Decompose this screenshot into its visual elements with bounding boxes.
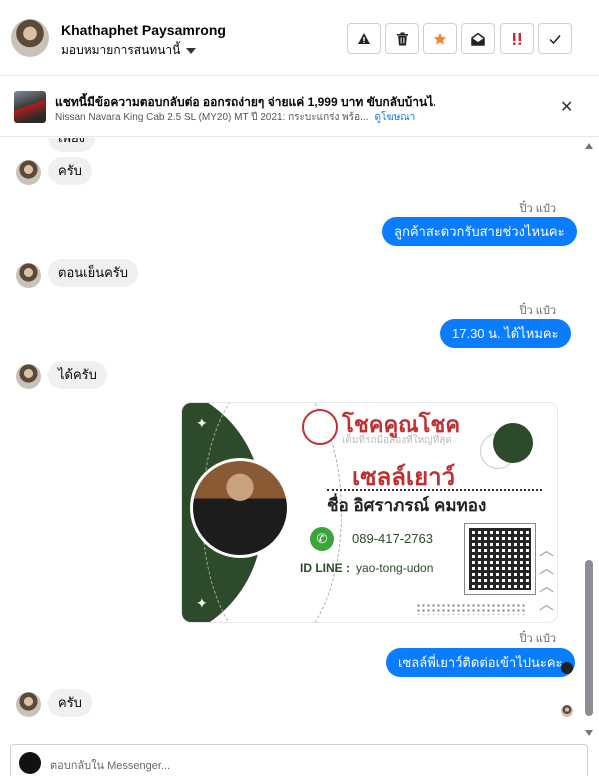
- card-phone-number: 089-417-2763: [352, 531, 433, 546]
- message-bubble-incoming: ครับ: [48, 689, 92, 717]
- double-exclamation-icon: [513, 32, 521, 45]
- read-receipt-avatar: [561, 705, 573, 717]
- star-icon: [433, 32, 447, 45]
- view-ad-link[interactable]: ดูโฆษณา: [374, 112, 415, 123]
- card-divider: [327, 489, 542, 491]
- card-dot-pattern: [416, 603, 526, 615]
- message-bubble-incoming: ครับ: [48, 157, 92, 185]
- seen-avatar: [561, 662, 573, 674]
- sender-name: ปิ๋ว แป๋ว: [519, 203, 556, 215]
- phone-icon: ✆: [310, 527, 334, 551]
- close-icon[interactable]: ✕: [560, 97, 573, 117]
- scroll-up-arrow-icon[interactable]: [585, 143, 593, 149]
- sender-name: ปิ๋ว แป๋ว: [519, 305, 556, 317]
- line-id-value: yao-tong-udon: [356, 561, 434, 575]
- chevron-up-icon: ︿: [539, 596, 555, 613]
- done-button[interactable]: [538, 23, 572, 54]
- reply-input[interactable]: [50, 758, 550, 774]
- assign-label: มอบหมายการสนทนานี้: [61, 43, 181, 57]
- conversation-header: Khathaphet Paysamrong มอบหมายการสนทนานี้: [0, 0, 599, 76]
- card-slogan: เต็มที่รถมือสองที่ใหญ่ที่สุด: [342, 435, 452, 446]
- sender-name: ปิ๋ว แป๋ว: [519, 633, 556, 645]
- scrollbar-thumb[interactable]: [585, 560, 593, 716]
- page-avatar: [19, 752, 41, 774]
- ad-vehicle-text: Nissan Navara King Cab 2.5 SL (MY20) MT …: [55, 112, 369, 123]
- ad-subtitle: Nissan Navara King Cab 2.5 SL (MY20) MT …: [55, 110, 415, 125]
- mark-unread-button[interactable]: [461, 23, 495, 54]
- important-button[interactable]: [500, 23, 534, 54]
- contact-avatar[interactable]: [11, 19, 49, 57]
- checkmark-icon: [549, 34, 561, 44]
- message-bubble-incoming: ได้ครับ: [48, 361, 107, 389]
- contact-name[interactable]: Khathaphet Paysamrong: [61, 22, 226, 38]
- business-card-image[interactable]: ✦ ✦ โชคคูณโชค เต็มที่รถมือสองที่ใหญ่ที่ส…: [181, 402, 558, 623]
- contact-avatar-small: [16, 692, 41, 717]
- report-button[interactable]: [347, 23, 381, 54]
- ad-thumbnail: [14, 91, 46, 123]
- messenger-conversation: Khathaphet Paysamrong มอบหมายการสนทนานี้…: [0, 0, 599, 776]
- sparkle-icon: ✦: [196, 415, 208, 431]
- card-line-id: ID LINE : yao-tong-udon: [300, 561, 433, 575]
- envelope-open-icon: [471, 32, 485, 46]
- message-bubble-incoming: เพียง: [48, 138, 95, 152]
- contact-avatar-small: [16, 160, 41, 185]
- message-bubble-outgoing: 17.30 น. ได้ไหมคะ: [440, 319, 571, 348]
- warning-icon: [358, 32, 370, 44]
- message-bubble-incoming: ตอนเย็นครับ: [48, 259, 139, 287]
- qr-code: [464, 523, 536, 595]
- star-button[interactable]: [423, 23, 457, 54]
- caret-down-icon: [186, 47, 197, 54]
- line-id-label: ID LINE :: [300, 561, 350, 575]
- sparkle-icon: ✦: [196, 595, 208, 611]
- assign-conversation-dropdown[interactable]: มอบหมายการสนทนานี้: [61, 41, 197, 60]
- delete-button[interactable]: [385, 23, 419, 54]
- salesperson-photo: [190, 458, 290, 558]
- contact-avatar-small: [16, 263, 41, 288]
- brand-logo-icon: [302, 409, 338, 445]
- card-person-name: ชื่อ อิศราภรณ์ คมทอง: [327, 496, 487, 515]
- scroll-down-arrow-icon[interactable]: [585, 730, 593, 736]
- trash-icon: [396, 32, 408, 45]
- message-bubble-outgoing: เซลล์พี่เยาว์ติดต่อเข้าไปนะคะ: [386, 648, 575, 677]
- message-bubble-outgoing: ลูกค้าสะดวกรับสายช่วงไหนคะ: [382, 217, 577, 246]
- card-circle-decoration: [493, 423, 533, 463]
- contact-avatar-small: [16, 364, 41, 389]
